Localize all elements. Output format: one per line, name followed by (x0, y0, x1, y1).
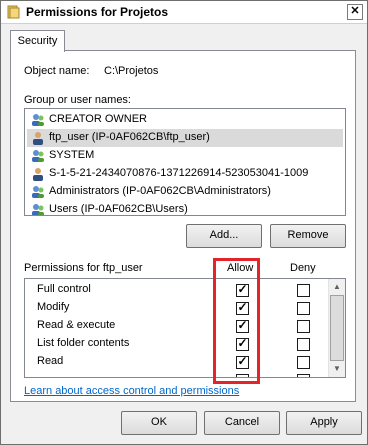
deny-checkbox[interactable] (297, 374, 310, 377)
learn-more-link[interactable]: Learn about access control and permissio… (24, 385, 239, 397)
permission-row: Read ✓ (25, 353, 325, 371)
permissions-list: Full control ✓ Modify ✓ Read & execute ✓… (24, 278, 346, 378)
close-button[interactable]: ✕ (347, 4, 363, 20)
tab-security[interactable]: Security (10, 30, 65, 52)
group-icon (32, 150, 44, 162)
object-name-value: C:\Projetos (104, 65, 159, 77)
window-title: Permissions for Projetos (26, 5, 169, 19)
list-item[interactable]: SYSTEM (27, 147, 343, 165)
deny-column-header: Deny (290, 262, 316, 274)
permission-name: Modify (37, 301, 70, 313)
permission-row: Modify ✓ (25, 299, 325, 317)
object-name-label: Object name: (24, 65, 90, 77)
group-icon (32, 186, 44, 198)
user-icon (33, 132, 43, 145)
permissions-scrollbar[interactable]: ▲ ▼ (328, 279, 345, 377)
permissions-label: Permissions for ftp_user (24, 262, 143, 274)
list-item[interactable]: Users (IP-0AF062CB\Users) (27, 201, 343, 215)
list-item[interactable]: Administrators (IP-0AF062CB\Administrato… (27, 183, 343, 201)
group-user-list[interactable]: CREATOR OWNER ftp_user (IP-0AF062CB\ftp_… (24, 108, 346, 216)
scroll-down-arrow-icon[interactable]: ▼ (329, 361, 345, 377)
permission-row (25, 371, 325, 377)
deny-checkbox[interactable] (297, 284, 310, 297)
permission-name: List folder contents (37, 337, 130, 349)
group-icon (32, 114, 44, 126)
list-item-label: CREATOR OWNER (49, 113, 147, 125)
scroll-up-arrow-icon[interactable]: ▲ (329, 279, 345, 295)
list-item-label: S-1-5-21-2434070876-1371226914-523053041… (49, 167, 309, 179)
apply-button[interactable]: Apply (286, 411, 362, 435)
list-item[interactable]: S-1-5-21-2434070876-1371226914-523053041… (27, 165, 343, 183)
group-icon (32, 204, 44, 215)
add-button[interactable]: Add... (186, 224, 262, 248)
cancel-button[interactable]: Cancel (204, 411, 280, 435)
group-list-label: Group or user names: (24, 94, 131, 106)
list-item[interactable]: ftp_user (IP-0AF062CB\ftp_user) (27, 129, 343, 147)
deny-checkbox[interactable] (297, 356, 310, 369)
deny-checkbox[interactable] (297, 302, 310, 315)
allow-column-highlight (213, 258, 260, 384)
deny-checkbox[interactable] (297, 338, 310, 351)
title-bar[interactable]: Permissions for Projetos ✕ (1, 1, 367, 24)
user-icon (33, 168, 43, 181)
list-item-label: SYSTEM (49, 149, 95, 161)
permission-name: Read & execute (37, 319, 116, 331)
permission-name: Read (37, 355, 64, 367)
remove-button[interactable]: Remove (270, 224, 346, 248)
permission-name: Full control (37, 283, 91, 295)
permission-row: Full control ✓ (25, 281, 325, 299)
deny-checkbox[interactable] (297, 320, 310, 333)
list-item-label: Users (IP-0AF062CB\Users) (49, 203, 188, 215)
ok-button[interactable]: OK (121, 411, 197, 435)
list-item-label: ftp_user (IP-0AF062CB\ftp_user) (49, 131, 210, 143)
permission-row: List folder contents ✓ (25, 335, 325, 353)
list-item-label: Administrators (IP-0AF062CB\Administrato… (49, 185, 271, 197)
folder-icon (7, 5, 20, 19)
permission-row: Read & execute ✓ (25, 317, 325, 335)
permissions-dialog: Permissions for Projetos ✕ Security Obje… (0, 0, 368, 445)
list-item[interactable]: CREATOR OWNER (27, 111, 343, 129)
scroll-thumb[interactable] (330, 295, 344, 361)
